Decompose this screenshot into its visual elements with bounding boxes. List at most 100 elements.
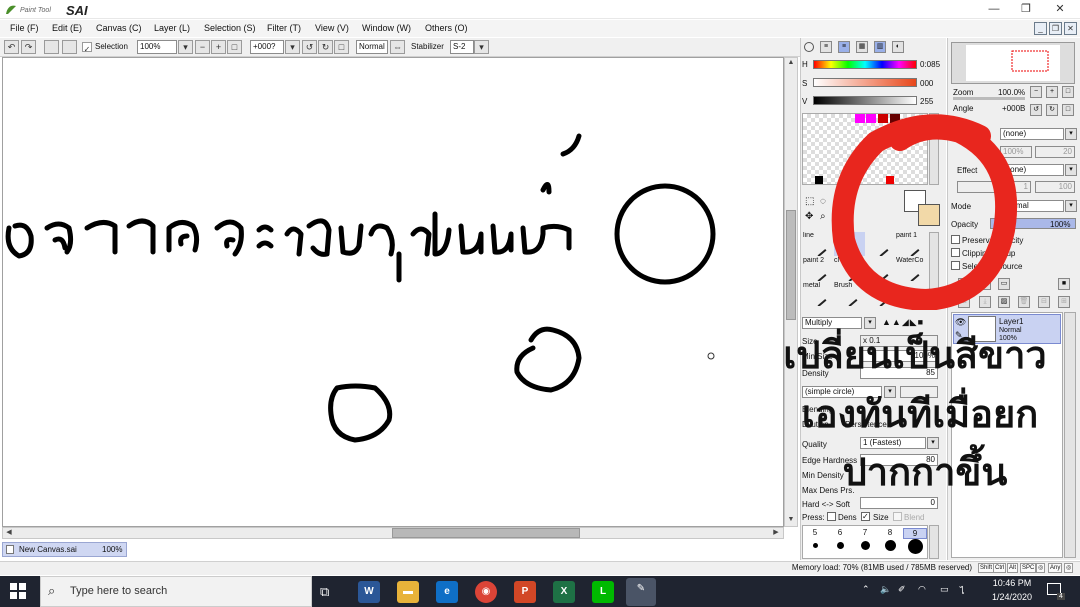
chrome-icon[interactable]: ◉ (475, 581, 497, 603)
mdi-minimize-button[interactable]: _ (1034, 22, 1047, 35)
size-preset-selected[interactable]: 9 (903, 528, 927, 539)
wifi-icon[interactable]: ◠ (918, 584, 926, 595)
selection-checkbox[interactable]: ✓ (82, 42, 92, 54)
hsv-slider-icon[interactable]: ≡ (838, 41, 850, 53)
scroll-right-icon[interactable]: ▶ (770, 528, 782, 538)
angle-select[interactable]: +000? (250, 40, 284, 54)
zoom-select[interactable]: 100% (137, 40, 177, 54)
close-button[interactable]: ✕ (1044, 0, 1076, 19)
deselect-icon[interactable] (44, 40, 59, 54)
undo-icon[interactable]: ↶ (4, 40, 19, 54)
menu-window[interactable]: Window (W) (362, 23, 411, 33)
excel-icon[interactable]: X (553, 581, 575, 603)
color-palette-icon[interactable]: ▦ (856, 41, 868, 53)
mdi-close-button[interactable]: ✕ (1064, 22, 1077, 35)
nav-reset-icon[interactable]: □ (1062, 86, 1074, 98)
nav-zoom-out-icon[interactable]: − (1030, 86, 1042, 98)
horizontal-scroll-thumb[interactable] (392, 528, 580, 538)
flip-icon[interactable]: ⇔ (390, 40, 405, 54)
hard-soft-slider[interactable]: 0 (860, 497, 938, 509)
chevron-down-icon[interactable]: ▾ (178, 40, 193, 54)
size-preset[interactable]: 5 (803, 528, 827, 537)
mdi-restore-button[interactable]: ❐ (1049, 22, 1062, 35)
zoom-reset-icon[interactable]: □ (227, 40, 242, 54)
chevron-down-icon[interactable]: ▾ (1065, 200, 1077, 212)
swatches-icon[interactable]: ▥ (874, 41, 886, 53)
windows-start-icon[interactable] (10, 583, 26, 601)
saturation-slider[interactable] (813, 78, 917, 87)
pen-workspace-icon[interactable]: ✐ (898, 584, 906, 595)
texture-strength-field[interactable]: 20 (1035, 146, 1075, 158)
scroll-down-icon[interactable]: ▼ (785, 515, 797, 525)
move-icon[interactable]: ✥ (805, 211, 813, 222)
drawing-canvas[interactable] (2, 57, 784, 527)
powerpoint-icon[interactable]: P (514, 581, 536, 603)
vertical-scroll-thumb[interactable] (786, 210, 796, 320)
eye-icon[interactable]: 👁 (955, 317, 966, 328)
size-preset[interactable]: 6 (828, 528, 852, 537)
rotate-right-icon[interactable]: ↻ (318, 40, 333, 54)
scroll-up-icon[interactable]: ▲ (785, 58, 797, 68)
swatch-color[interactable] (815, 176, 823, 184)
language-icon[interactable]: ไ (960, 584, 965, 598)
blend-mode-select[interactable]: Normal (356, 40, 388, 54)
menu-file[interactable]: File (F) (10, 23, 39, 33)
press-blend-checkbox[interactable] (893, 512, 902, 521)
battery-icon[interactable]: ▭ (940, 584, 949, 595)
zoom-out-icon[interactable]: − (195, 40, 210, 54)
edge-icon[interactable]: e (436, 581, 458, 603)
nav-rotate-reset-icon[interactable]: □ (1062, 104, 1074, 116)
menu-filter[interactable]: Filter (T) (267, 23, 301, 33)
nav-zoom-slider[interactable] (953, 97, 1025, 100)
menu-view[interactable]: View (V) (315, 23, 349, 33)
rotate-reset-icon[interactable]: □ (334, 40, 349, 54)
hue-slider[interactable] (813, 60, 917, 69)
brush-blend-select[interactable]: Multiply (802, 317, 862, 329)
file-explorer-icon[interactable]: ▬ (397, 581, 419, 603)
chevron-down-icon[interactable]: ▾ (285, 40, 300, 54)
chevron-down-icon[interactable]: ▾ (474, 40, 489, 54)
menu-others[interactable]: Others (O) (425, 23, 468, 33)
show-hidden-icons[interactable]: ⌃ (862, 584, 870, 595)
scratchpad-icon[interactable]: ◐ (892, 41, 904, 53)
menu-selection[interactable]: Selection (S) (204, 23, 256, 33)
press-size-checkbox[interactable]: ✓ (861, 512, 870, 521)
rgb-slider-icon[interactable]: ≡ (820, 41, 832, 53)
redo-icon[interactable]: ↷ (21, 40, 36, 54)
scroll-left-icon[interactable]: ◀ (3, 528, 15, 538)
value-slider[interactable] (813, 96, 917, 105)
nav-rotate-left-icon[interactable]: ↺ (1030, 104, 1042, 116)
clock-time[interactable]: 10:46 PM (988, 578, 1036, 588)
minimize-button[interactable]: — (978, 0, 1010, 19)
zoom-tool-icon[interactable]: ⌕ (820, 211, 826, 222)
size-preset[interactable]: 7 (853, 528, 877, 537)
color-wheel-icon[interactable] (804, 42, 814, 52)
lasso-icon[interactable]: ◌ (820, 196, 826, 207)
word-icon[interactable]: W (358, 581, 380, 603)
menu-layer[interactable]: Layer (L) (154, 23, 190, 33)
select-rect-icon[interactable]: ⬚ (805, 196, 814, 207)
line-app-icon[interactable]: L (592, 581, 614, 603)
merge-visible-icon[interactable]: ⊟ (1038, 296, 1050, 308)
effect-strength-field[interactable]: 100 (1035, 181, 1075, 193)
nav-rotate-right-icon[interactable]: ↻ (1046, 104, 1058, 116)
navigator-preview[interactable] (951, 42, 1075, 84)
flatten-icon[interactable]: ⊞ (1058, 296, 1070, 308)
invert-selection-icon[interactable] (62, 40, 77, 54)
task-view-icon[interactable]: ⧉ (320, 584, 329, 600)
size-presets-scrollbar[interactable] (929, 525, 939, 559)
layer-mask-icon[interactable]: ■ (1058, 278, 1070, 290)
brush-shape-icons[interactable]: ▲▲◢◣■ (882, 317, 938, 329)
menu-canvas[interactable]: Canvas (C) (96, 23, 142, 33)
chevron-down-icon[interactable]: ▾ (864, 317, 876, 329)
rotate-left-icon[interactable]: ↺ (302, 40, 317, 54)
chevron-down-icon[interactable]: ▾ (1065, 128, 1077, 140)
zoom-in-icon[interactable]: + (211, 40, 226, 54)
menu-edit[interactable]: Edit (E) (52, 23, 82, 33)
size-preset[interactable]: 8 (878, 528, 902, 537)
clock-date[interactable]: 1/24/2020 (988, 592, 1036, 602)
speaker-icon[interactable]: 🔈 (880, 584, 891, 595)
nav-zoom-in-icon[interactable]: + (1046, 86, 1058, 98)
restore-button[interactable]: ❐ (1010, 0, 1042, 19)
stabilizer-select[interactable]: S-2 (450, 40, 474, 54)
